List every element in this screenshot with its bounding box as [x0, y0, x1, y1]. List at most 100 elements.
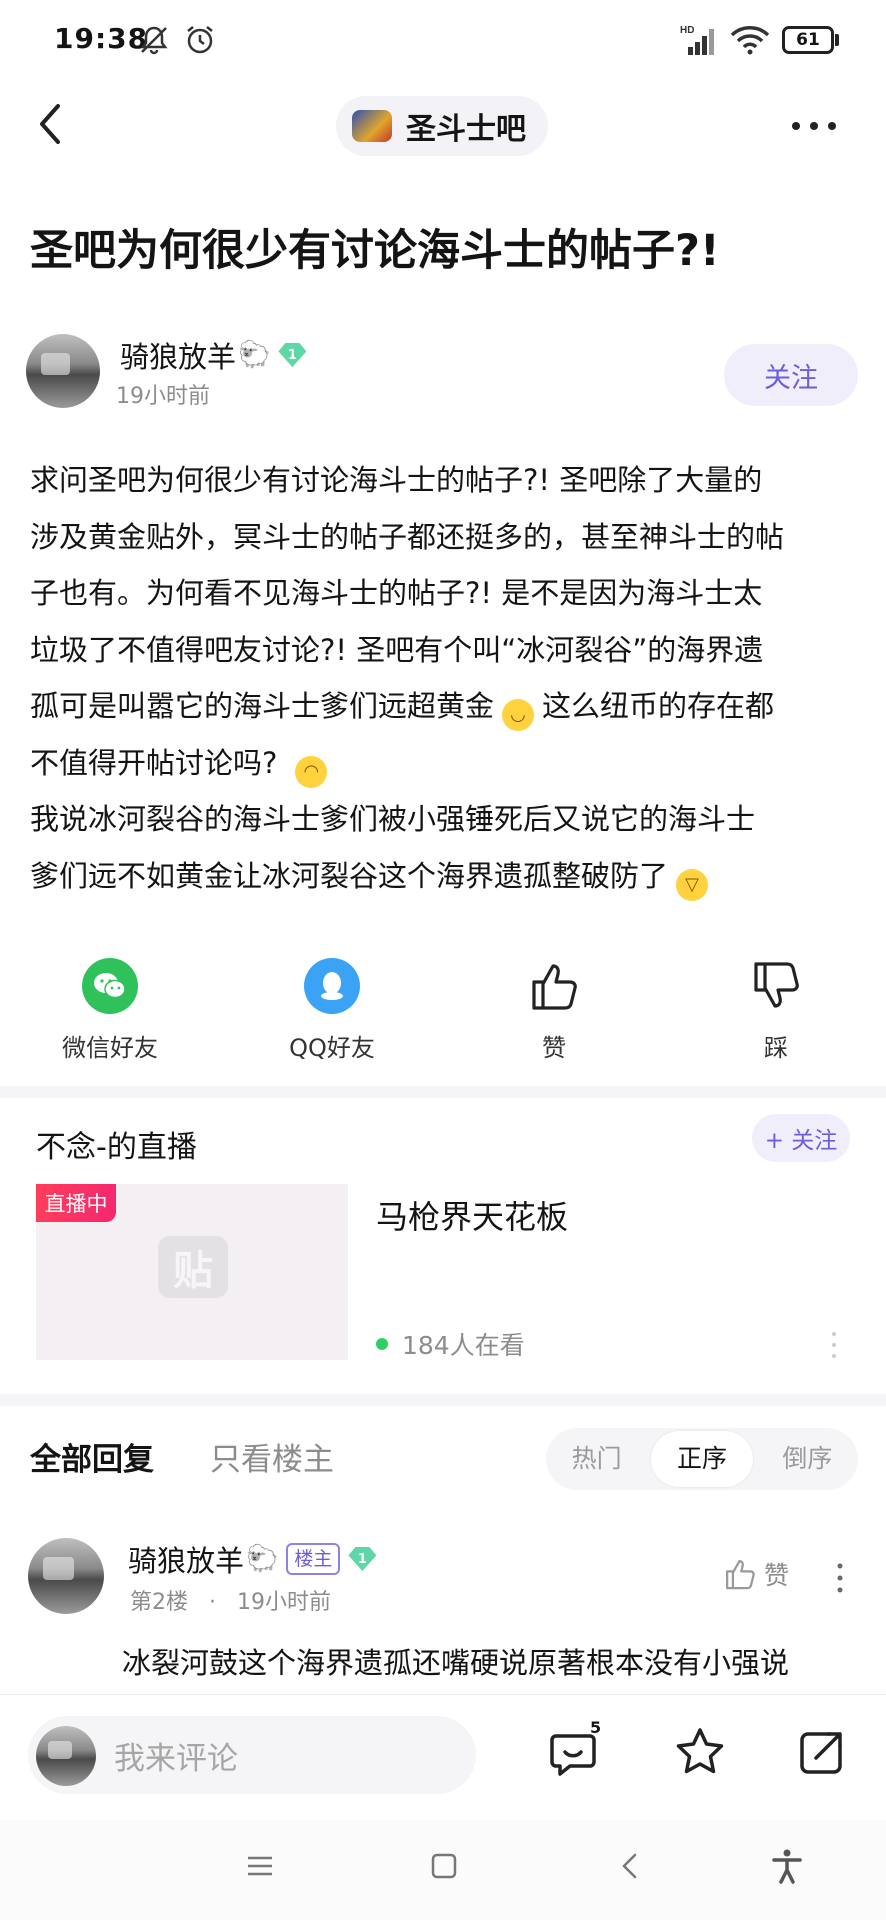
sheep-icon: 🐑 [246, 1544, 279, 1574]
status-right-icons: HD 61 [680, 20, 839, 60]
reply-text: 冰裂河鼓这个海界遗孤还嘴硬说原著根本没有小强说 [122, 1646, 790, 1680]
my-avatar [36, 1726, 96, 1786]
accessibility-icon [772, 1849, 802, 1884]
level-gem-icon: 1 [348, 1547, 377, 1571]
reply-avatar[interactable] [28, 1538, 104, 1614]
sort-toggle: 热门 正序 倒序 [546, 1428, 858, 1490]
sort-ascending[interactable]: 正序 [651, 1431, 753, 1487]
tab-all-replies[interactable]: 全部回复 [30, 1434, 154, 1479]
status-left-icons [136, 20, 218, 60]
body-line: 子也有。为何看不见海斗士的帖子?! 是不是因为海斗士太 [30, 576, 763, 610]
share-button[interactable] [794, 1726, 848, 1780]
op-tag: 楼主 [286, 1543, 341, 1575]
level-gem-icon: 1 [278, 343, 307, 367]
live-more-button[interactable] [828, 1330, 840, 1360]
author-name-row: 骑狼放羊 🐑 1 [120, 334, 307, 376]
battery-level: 61 [782, 26, 834, 54]
live-badge: 直播中 [36, 1184, 116, 1222]
tab-op-only[interactable]: 只看楼主 [210, 1434, 334, 1479]
sheep-icon: 🐑 [238, 340, 271, 370]
back-nav-button[interactable] [618, 1852, 642, 1880]
vertical-dots-icon [832, 1332, 836, 1358]
sort-hot[interactable]: 热门 [546, 1431, 647, 1487]
share-wechat-button[interactable]: 微信好友 [30, 958, 190, 1063]
share-qq-label: QQ好友 [289, 1034, 375, 1062]
body-line-part: 爹们远不如黄金让冰河裂谷这个海界遗孤整破防了 [30, 858, 669, 893]
thumbs-down-icon [754, 962, 799, 1008]
live-follow-button[interactable]: + 关注 [752, 1114, 850, 1162]
post-body: 求问圣吧为何很少有讨论海斗士的帖子?! 圣吧除了大量的 涉及黄金贴外，冥斗士的帖… [30, 452, 860, 904]
like-button[interactable]: 赞 [474, 958, 634, 1063]
accessibility-nav-button[interactable] [770, 1848, 804, 1884]
like-label: 赞 [542, 1034, 566, 1062]
forum-name: 圣斗士吧 [406, 112, 526, 147]
live-stream-name[interactable]: 马枪界天花板 [376, 1192, 568, 1238]
favorite-button[interactable] [672, 1724, 728, 1780]
wechat-icon [82, 958, 138, 1014]
live-viewer-count: 184人在看 [376, 1326, 525, 1362]
body-line: 我说冰河裂谷的海斗士爹们被小强锤死后又说它的海斗士 [30, 802, 756, 836]
status-time: 19:38 [54, 22, 149, 55]
sort-descending[interactable]: 倒序 [757, 1431, 858, 1487]
back-triangle-icon [622, 1853, 637, 1879]
live-viewers-text: 184人在看 [402, 1331, 525, 1360]
author-name[interactable]: 骑狼放羊 [120, 334, 236, 376]
grin-emoji-icon: ◠ [295, 755, 328, 788]
more-button[interactable] [790, 108, 838, 144]
laugh-emoji-icon: ▽ [676, 868, 709, 901]
meta-separator: · [209, 1590, 216, 1615]
forum-pill[interactable]: 圣斗士吧 [336, 96, 548, 156]
thumbs-up-icon [726, 1560, 755, 1590]
reply-floor: 第2楼 [130, 1590, 188, 1615]
reply-time: 19小时前 [237, 1590, 331, 1615]
alarm-icon [187, 26, 213, 54]
mute-bell-icon [140, 26, 168, 55]
follow-button[interactable]: 关注 [724, 344, 858, 406]
tieba-placeholder-icon: 贴 [158, 1236, 228, 1298]
share-qq-button[interactable]: QQ好友 [252, 958, 412, 1063]
body-line: 不值得开帖讨论吗? ◠ [30, 735, 860, 792]
live-dot-icon [376, 1338, 388, 1350]
forum-logo-icon [352, 110, 392, 142]
body-line: 爹们远不如黄金让冰河裂谷这个海界遗孤整破防了 ▽ [30, 848, 860, 905]
reply-like-button[interactable]: 赞 [722, 1556, 789, 1592]
more-dots-icon [792, 122, 836, 130]
body-line-part: 不值得开帖讨论吗? [30, 745, 278, 780]
menu-icon [248, 1856, 272, 1876]
body-line: 垃圾了不值得吧友讨论?! 圣吧有个叫“冰河裂谷”的海界遗 [30, 632, 764, 667]
smile-emoji-icon: ◡ [502, 699, 535, 731]
reply-meta: 第2楼 · 19小时前 [130, 1584, 331, 1616]
dislike-label: 踩 [764, 1034, 788, 1062]
thumbs-up-icon [532, 964, 577, 1010]
body-line: 求问圣吧为何很少有讨论海斗士的帖子?! 圣吧除了大量的 [30, 463, 763, 497]
qq-icon [304, 958, 360, 1014]
dislike-button[interactable]: 踩 [696, 958, 856, 1063]
live-section-title: 不念-的直播 [36, 1130, 197, 1165]
author-avatar[interactable] [26, 334, 100, 408]
body-line-part: 这么纽币的存在都 [542, 689, 775, 723]
vertical-dots-icon [837, 1563, 843, 1593]
reply-author-row: 骑狼放羊 🐑 楼主 1 [128, 1538, 377, 1580]
reply-like-label: 赞 [764, 1561, 790, 1590]
post-title: 圣吧为何很少有讨论海斗士的帖子?! [30, 226, 720, 276]
body-line: 涉及黄金贴外，冥斗士的帖子都还挺多的，甚至神斗士的帖 [30, 519, 785, 554]
back-arrow-icon [40, 104, 60, 144]
post-time: 19小时前 [116, 384, 210, 409]
hd-signal-icon: HD [680, 25, 714, 55]
menu-nav-button[interactable] [246, 1852, 274, 1880]
share-wechat-label: 微信好友 [62, 1034, 158, 1062]
body-line: 孤可是叫嚣它的海斗士爹们远超黄金 ◡ 这么纽币的存在都 [30, 678, 860, 735]
back-button[interactable] [30, 100, 74, 148]
section-divider [0, 1086, 886, 1098]
share-arrow-icon [800, 1732, 842, 1774]
battery-icon: 61 [782, 26, 839, 54]
reply-more-button[interactable] [834, 1562, 846, 1594]
section-divider [0, 1394, 886, 1406]
star-icon [676, 1728, 724, 1774]
home-square-icon [431, 1853, 457, 1879]
comment-count-badge: 5 [590, 1718, 602, 1737]
reply-author-name[interactable]: 骑狼放羊 [128, 1538, 244, 1580]
svg-text:HD: HD [680, 25, 694, 36]
home-nav-button[interactable] [430, 1852, 458, 1880]
wifi-icon [730, 26, 770, 55]
